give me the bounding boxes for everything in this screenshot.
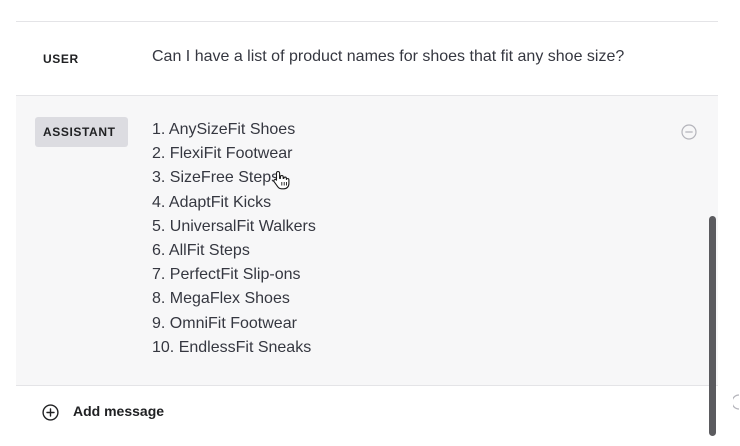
list-item: 10. EndlessFit Sneaks — [152, 338, 312, 356]
list-item: 8. MegaFlex Shoes — [152, 290, 290, 308]
minus-circle-icon[interactable] — [681, 124, 697, 140]
user-role-label[interactable]: USER — [43, 52, 79, 66]
list-item: 4. AdaptFit Kicks — [152, 193, 272, 211]
add-message-label: Add message — [73, 403, 165, 419]
assistant-message-text[interactable]: 1. AnySizeFit Shoes 2. FlexiFit Footwear… — [152, 118, 316, 360]
list-item: 5. UniversalFit Walkers — [152, 217, 316, 235]
scrollbar[interactable] — [709, 216, 716, 436]
user-message-row[interactable]: USER Can I have a list of product names … — [16, 22, 718, 96]
list-item: 7. PerfectFit Slip-ons — [152, 266, 301, 284]
add-message-button[interactable]: Add message — [16, 386, 706, 436]
plus-circle-icon — [42, 404, 59, 421]
chat-playground: USER Can I have a list of product names … — [0, 0, 740, 446]
list-item: 3. SizeFree Steps — [152, 169, 280, 187]
list-item: 9. OmniFit Footwear — [152, 314, 297, 332]
list-item: 2. FlexiFit Footwear — [152, 145, 293, 163]
partial-edge-icon — [733, 394, 740, 410]
list-item: 1. AnySizeFit Shoes — [152, 121, 296, 138]
assistant-role-label: ASSISTANT — [43, 125, 116, 139]
assistant-message-row[interactable]: ASSISTANT 1. AnySizeFit Shoes 2. FlexiFi… — [16, 96, 718, 386]
assistant-role-toggle[interactable]: ASSISTANT — [35, 117, 128, 147]
user-message-text[interactable]: Can I have a list of product names for s… — [152, 48, 624, 66]
hand-cursor-icon — [273, 170, 290, 190]
list-item: 6. AllFit Steps — [152, 242, 250, 260]
